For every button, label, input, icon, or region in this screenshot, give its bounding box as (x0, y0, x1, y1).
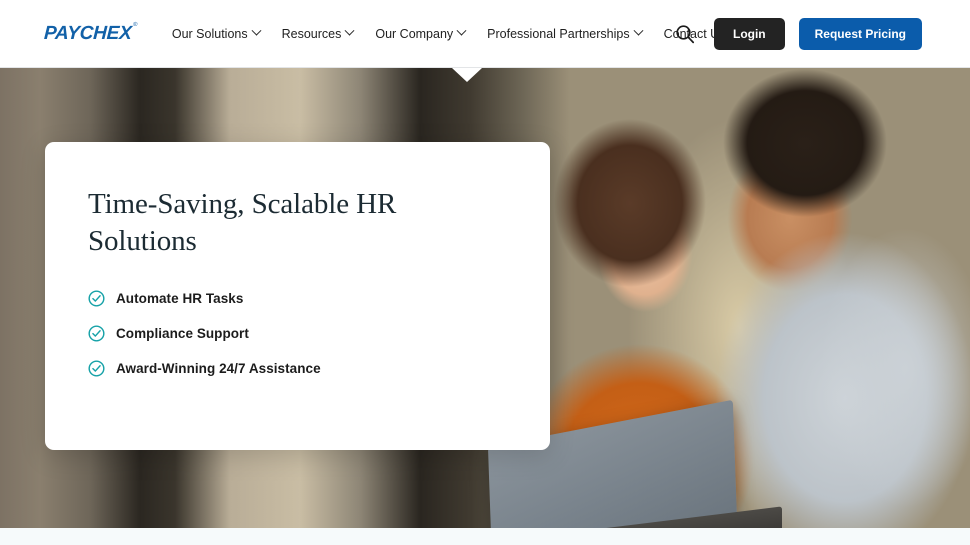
benefit-label: Award-Winning 24/7 Assistance (116, 361, 321, 377)
check-circle-icon (88, 290, 105, 307)
header-actions: Login Request Pricing (670, 0, 922, 68)
nav-label: Resources (281, 26, 342, 41)
primary-navigation: Our Solutions Resources Our Company Prof… (171, 21, 739, 47)
benefit-item: Compliance Support (88, 325, 504, 342)
below-hero-strip (0, 528, 970, 545)
paychex-logo[interactable]: PAYCHEX® (43, 21, 138, 44)
benefit-item: Automate HR Tasks (88, 290, 504, 307)
brand-wordmark: PAYCHEX (43, 23, 133, 44)
check-circle-icon (88, 360, 105, 377)
nav-item-resources[interactable]: Resources (281, 21, 355, 47)
search-button[interactable] (670, 19, 700, 49)
nav-label: Our Solutions (171, 26, 248, 41)
chevron-down-icon (633, 25, 644, 36)
login-button[interactable]: Login (713, 18, 785, 50)
benefit-item: Award-Winning 24/7 Assistance (88, 360, 504, 377)
site-header: PAYCHEX® Our Solutions Resources Our Com… (0, 0, 970, 68)
nav-item-our-company[interactable]: Our Company (375, 21, 467, 47)
chevron-down-icon (344, 25, 355, 36)
chevron-down-icon (456, 25, 467, 36)
benefit-label: Compliance Support (116, 326, 249, 342)
hero-section: Time-Saving, Scalable HR Solutions Autom… (0, 68, 970, 528)
nav-label: Professional Partnerships (487, 26, 630, 41)
benefit-label: Automate HR Tasks (116, 291, 244, 307)
hero-benefit-list: Automate HR Tasks Compliance Support Awa… (88, 290, 504, 377)
hero-notch-indicator (452, 68, 482, 82)
search-icon (676, 25, 695, 44)
nav-item-our-solutions[interactable]: Our Solutions (171, 21, 262, 47)
nav-item-professional-partnerships[interactable]: Professional Partnerships (487, 21, 644, 47)
registered-trademark-icon: ® (132, 21, 138, 28)
chevron-down-icon (251, 25, 262, 36)
nav-label: Our Company (375, 26, 454, 41)
check-circle-icon (88, 325, 105, 342)
hero-heading: Time-Saving, Scalable HR Solutions (88, 188, 397, 258)
hero-content-card: Time-Saving, Scalable HR Solutions Autom… (45, 142, 550, 450)
page-root: PAYCHEX® Our Solutions Resources Our Com… (0, 0, 970, 545)
request-pricing-button[interactable]: Request Pricing (798, 18, 922, 50)
